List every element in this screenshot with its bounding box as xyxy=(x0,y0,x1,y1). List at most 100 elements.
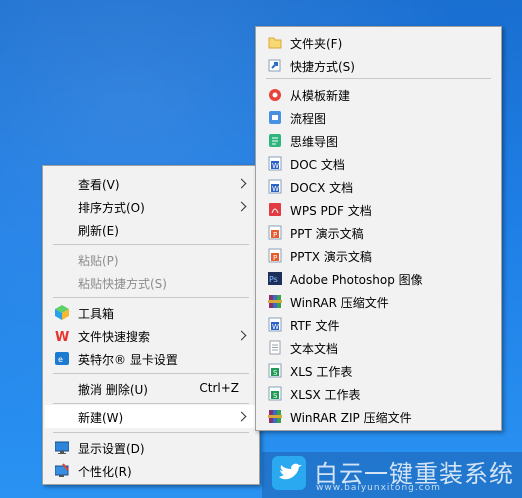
menu-item-label: 撤消 删除(U) xyxy=(78,383,148,397)
chevron-right-icon xyxy=(236,201,247,212)
svg-text:W: W xyxy=(55,330,69,343)
submenu-item-label: RTF 文件 xyxy=(290,319,340,333)
menu-item-label: 工具箱 xyxy=(78,307,115,321)
chevron-right-icon xyxy=(236,330,247,341)
submenu-item-label: WinRAR 压缩文件 xyxy=(290,296,389,310)
word-docx-icon: W xyxy=(268,179,282,194)
xlsx-icon: S xyxy=(268,386,282,401)
mindmap-icon xyxy=(268,133,282,148)
personalize-icon xyxy=(54,463,69,478)
intel-graphics-icon: e xyxy=(55,351,69,366)
menu-item-label: 排序方式(O) xyxy=(78,201,145,215)
submenu-item-folder[interactable]: 文件夹(F) xyxy=(258,31,499,54)
svg-text:S: S xyxy=(273,369,278,377)
menu-separator xyxy=(53,373,249,374)
submenu-item-rtf[interactable]: W RTF 文件 xyxy=(258,313,499,336)
word-doc-icon: W xyxy=(268,156,282,171)
menu-item-view[interactable]: 查看(V) xyxy=(45,172,257,195)
submenu-item-winrar[interactable]: WinRAR 压缩文件 xyxy=(258,290,499,313)
menu-item-label: 个性化(R) xyxy=(78,465,132,479)
svg-text:W: W xyxy=(272,185,279,193)
submenu-item-label: PPT 演示文稿 xyxy=(290,227,364,241)
pdf-icon xyxy=(268,202,282,217)
svg-text:P: P xyxy=(273,231,277,239)
submenu-item-mindmap[interactable]: 思维导图 xyxy=(258,129,499,152)
submenu-item-label: DOC 文档 xyxy=(290,158,345,172)
winrar-icon xyxy=(268,294,282,309)
submenu-item-photoshop[interactable]: Ps Adobe Photoshop 图像 xyxy=(258,267,499,290)
submenu-item-label: WPS PDF 文档 xyxy=(290,204,372,218)
winrar-zip-icon xyxy=(268,409,282,424)
svg-text:S: S xyxy=(273,392,278,400)
submenu-item-label: DOCX 文档 xyxy=(290,181,354,195)
xls-icon: S xyxy=(268,363,282,378)
menu-item-label: 查看(V) xyxy=(78,178,120,192)
menu-item-toolbox[interactable]: 工具箱 xyxy=(45,301,257,324)
chevron-right-icon xyxy=(236,411,247,422)
submenu-item-winrar-zip[interactable]: WinRAR ZIP 压缩文件 xyxy=(258,405,499,428)
submenu-item-doc[interactable]: W DOC 文档 xyxy=(258,152,499,175)
watermark-url: www.baiyunxitong.com xyxy=(316,483,441,493)
submenu-item-wps-pdf[interactable]: WPS PDF 文档 xyxy=(258,198,499,221)
menu-separator xyxy=(53,297,249,298)
site-watermark: 白云一键重装系统 www.baiyunxitong.com xyxy=(262,452,522,498)
desktop-context-menu: 查看(V) 排序方式(O) 刷新(E) 粘贴(P) 粘贴快捷方式(S) 工具箱 … xyxy=(42,165,260,485)
menu-item-file-search[interactable]: W 文件快速搜索 xyxy=(45,324,257,347)
menu-item-label: 粘贴(P) xyxy=(78,254,119,268)
menu-item-undo-delete[interactable]: 撤消 删除(U) Ctrl+Z xyxy=(45,377,257,400)
menu-item-sort[interactable]: 排序方式(O) xyxy=(45,195,257,218)
ppt-icon: P xyxy=(268,225,282,240)
submenu-item-label: 思维导图 xyxy=(290,135,339,149)
submenu-item-label: 快捷方式(S) xyxy=(290,60,355,74)
template-icon xyxy=(268,87,282,102)
submenu-item-label: 流程图 xyxy=(290,112,327,126)
menu-item-label: 粘贴快捷方式(S) xyxy=(78,277,167,291)
shortcut-icon xyxy=(268,58,282,73)
submenu-item-docx[interactable]: W DOCX 文档 xyxy=(258,175,499,198)
menu-item-label: 新建(W) xyxy=(78,411,124,425)
menu-separator xyxy=(53,244,249,245)
submenu-item-label: XLS 工作表 xyxy=(290,365,353,379)
svg-text:Ps: Ps xyxy=(269,275,278,284)
menu-item-personalize[interactable]: 个性化(R) xyxy=(45,459,257,482)
submenu-item-shortcut[interactable]: 快捷方式(S) xyxy=(258,54,499,77)
toolbox-icon xyxy=(55,305,69,320)
folder-icon xyxy=(268,35,282,50)
submenu-item-label: Adobe Photoshop 图像 xyxy=(290,273,423,287)
menu-separator xyxy=(53,403,249,404)
menu-item-label: 文件快速搜索 xyxy=(78,330,151,344)
svg-text:W: W xyxy=(272,162,279,170)
bird-logo-icon xyxy=(272,456,306,490)
svg-text:W: W xyxy=(272,323,279,331)
submenu-item-pptx[interactable]: P PPTX 演示文稿 xyxy=(258,244,499,267)
wps-icon: W xyxy=(55,328,69,345)
submenu-item-xlsx[interactable]: S XLSX 工作表 xyxy=(258,382,499,405)
menu-item-refresh[interactable]: 刷新(E) xyxy=(45,218,257,241)
desktop[interactable]: { "context_menu": { "items": [ {"label":… xyxy=(0,0,522,498)
chevron-right-icon xyxy=(236,178,247,189)
display-icon xyxy=(54,440,70,455)
flowchart-icon xyxy=(268,110,282,125)
menu-item-paste-shortcut: 粘贴快捷方式(S) xyxy=(45,271,257,294)
menu-item-new[interactable]: 新建(W) xyxy=(45,405,257,428)
menu-item-label: 显示设置(D) xyxy=(78,442,145,456)
submenu-item-label: WinRAR ZIP 压缩文件 xyxy=(290,411,412,425)
svg-text:P: P xyxy=(273,254,277,262)
menu-item-display-settings[interactable]: 显示设置(D) xyxy=(45,436,257,459)
photoshop-icon: Ps xyxy=(268,271,282,286)
menu-item-paste: 粘贴(P) xyxy=(45,248,257,271)
submenu-item-label: 文本文档 xyxy=(290,342,339,356)
menu-item-intel-graphics[interactable]: e 英特尔® 显卡设置 xyxy=(45,347,257,370)
submenu-item-flowchart[interactable]: 流程图 xyxy=(258,106,499,129)
pptx-icon: P xyxy=(268,248,282,263)
submenu-item-label: XLSX 工作表 xyxy=(290,388,361,402)
submenu-item-text-document[interactable]: 文本文档 xyxy=(258,336,499,359)
submenu-item-ppt[interactable]: P PPT 演示文稿 xyxy=(258,221,499,244)
submenu-item-label: 文件夹(F) xyxy=(290,37,343,51)
svg-text:e: e xyxy=(58,355,63,364)
shortcut-label: Ctrl+Z xyxy=(199,381,239,395)
menu-separator xyxy=(53,432,249,433)
submenu-item-label: 从模板新建 xyxy=(290,89,351,103)
submenu-item-xls[interactable]: S XLS 工作表 xyxy=(258,359,499,382)
submenu-item-from-template[interactable]: 从模板新建 xyxy=(258,83,499,106)
